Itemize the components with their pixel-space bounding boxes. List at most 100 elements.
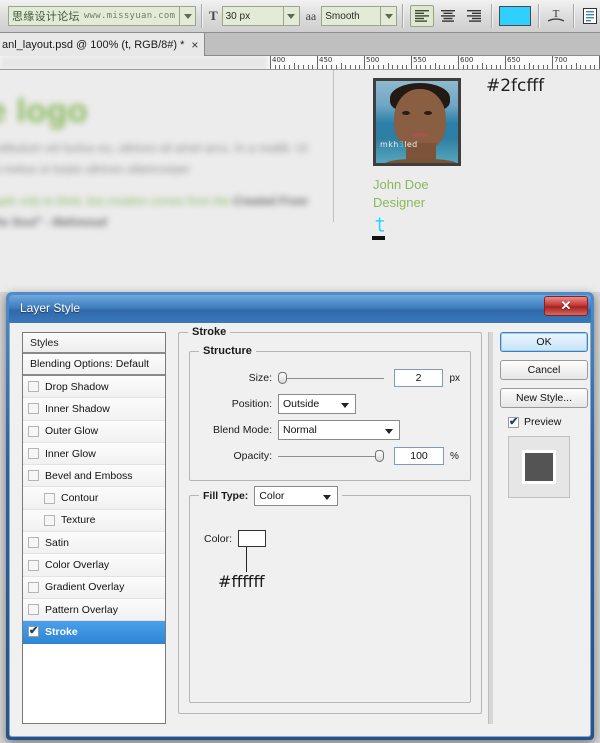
ruler-label: 700 — [554, 56, 568, 64]
style-checkbox[interactable] — [28, 470, 39, 482]
style-checkbox[interactable] — [28, 403, 39, 415]
style-checkbox[interactable] — [44, 492, 55, 504]
ruler-tick — [467, 65, 469, 69]
font-size-icon: T — [208, 8, 218, 23]
toggle-panels-button[interactable] — [579, 8, 600, 24]
size-slider[interactable] — [278, 372, 384, 384]
ruler-tick — [434, 63, 436, 69]
blending-options-row[interactable]: Blending Options: Default — [23, 354, 165, 376]
ruler-tick — [514, 65, 516, 69]
ruler-tick — [537, 65, 539, 69]
opacity-slider[interactable] — [278, 450, 384, 462]
ruler-tick — [406, 65, 408, 69]
opacity-slider-track — [278, 455, 384, 457]
warp-text-button[interactable]: T — [544, 6, 568, 26]
opacity-input[interactable]: 100 — [394, 447, 444, 465]
style-row-texture[interactable]: Texture — [23, 509, 165, 533]
close-icon[interactable]: × — [191, 38, 198, 52]
style-checkbox[interactable] — [28, 581, 39, 593]
font-size-field[interactable]: 30 px — [221, 6, 284, 26]
text-color-swatch[interactable] — [499, 6, 532, 26]
ruler-tick — [331, 65, 333, 69]
font-size-combo[interactable]: 30 px — [221, 6, 300, 26]
opacity-slider-thumb[interactable] — [375, 450, 384, 462]
align-left-button[interactable] — [410, 5, 435, 27]
preview-toggle[interactable]: Preview — [508, 415, 588, 428]
font-family-dropdown-arrow[interactable] — [180, 6, 196, 26]
size-slider-track — [278, 377, 384, 379]
chevron-down-icon — [384, 13, 393, 19]
fill-type-select[interactable]: Color — [254, 486, 339, 506]
style-row-outer-glow[interactable]: Outer Glow — [23, 420, 165, 443]
style-row-color-overlay[interactable]: Color Overlay — [23, 554, 165, 577]
antialias-dropdown-arrow[interactable] — [381, 6, 398, 26]
ok-button[interactable]: OK — [500, 332, 588, 352]
ruler-tick — [509, 65, 511, 69]
font-family-field[interactable]: 思缘设计论坛 www.missyuan.com — [8, 6, 180, 26]
style-checkbox[interactable] — [44, 514, 55, 526]
style-checkbox[interactable] — [28, 604, 39, 616]
ruler-tick — [298, 65, 300, 69]
size-slider-thumb[interactable] — [278, 372, 287, 384]
ruler-tick — [561, 65, 563, 69]
ruler-tick — [570, 65, 572, 69]
antialias-field[interactable]: Smooth — [321, 6, 382, 26]
ruler-tick — [284, 65, 286, 69]
style-row-inner-glow[interactable]: Inner Glow — [23, 442, 165, 466]
style-checkbox[interactable] — [28, 381, 39, 393]
dialog-title-bar[interactable]: Layer Style ✕ — [9, 295, 591, 323]
ruler-tick — [566, 65, 568, 69]
ruler-label: 650 — [507, 56, 521, 64]
dialog-close-button[interactable]: ✕ — [544, 296, 588, 316]
style-row-satin[interactable]: Satin — [23, 532, 165, 555]
style-row-inner-shadow[interactable]: Inner Shadow — [23, 398, 165, 421]
toolbar-divider — [201, 4, 202, 28]
font-family-combo[interactable]: 思缘设计论坛 www.missyuan.com — [0, 6, 196, 26]
align-right-button[interactable] — [462, 5, 486, 27]
size-input[interactable]: 2 — [393, 369, 444, 387]
style-row-stroke[interactable]: Stroke — [23, 621, 165, 644]
style-row-drop-shadow[interactable]: Drop Shadow — [23, 376, 165, 399]
blend-mode-row: Blend Mode: Normal — [200, 418, 460, 442]
style-row-gradient-overlay[interactable]: Gradient Overlay — [23, 576, 165, 599]
quote-paragraph: eople only to think, but creation comes … — [0, 192, 308, 233]
blending-options-label: Blending Options: Default — [30, 358, 150, 370]
preview-checkbox[interactable] — [508, 415, 519, 428]
style-checkbox[interactable] — [28, 425, 39, 437]
photo-mouth — [412, 133, 428, 137]
fill-type-row: Fill Type: Color — [199, 486, 343, 506]
antialias-combo[interactable]: Smooth — [321, 6, 398, 26]
style-row-pattern-overlay[interactable]: Pattern Overlay — [23, 598, 165, 622]
profile-photo[interactable]: mkh3led — [373, 78, 461, 166]
document-tab[interactable]: anl_layout.psd @ 100% (t, RGB/8#) * × — [0, 33, 206, 56]
position-select[interactable]: Outside — [278, 394, 356, 414]
style-row-contour[interactable]: Contour — [23, 487, 165, 510]
blend-mode-select[interactable]: Normal — [278, 420, 400, 440]
stroke-color-swatch[interactable] — [238, 530, 267, 547]
ruler-tick — [378, 65, 380, 69]
ruler-tick — [575, 63, 577, 69]
style-checkbox[interactable] — [28, 624, 39, 638]
horizontal-ruler[interactable]: 400450500550600650700750 — [0, 56, 600, 70]
watermark-chinese: 思缘设计论坛 — [12, 11, 80, 23]
cancel-button[interactable]: Cancel — [500, 360, 588, 380]
ruler-tick — [270, 56, 271, 69]
ruler-tick — [274, 65, 276, 69]
font-size-dropdown-arrow[interactable] — [283, 6, 300, 26]
ruler-label: 600 — [460, 56, 474, 64]
ruler-tick — [345, 65, 347, 69]
position-value: Outside — [283, 398, 320, 410]
document-canvas[interactable]: e logo estibulum vel luctus eu, ultrices… — [0, 70, 600, 292]
blend-mode-value: Normal — [283, 424, 317, 436]
ruler-tick — [288, 65, 290, 69]
photo-watermark: mkh3led — [380, 140, 418, 149]
styles-list[interactable]: Styles Blending Options: Default Drop Sh… — [22, 332, 166, 724]
align-center-button[interactable] — [436, 5, 460, 27]
style-row-bevel-and-emboss[interactable]: Bevel and Emboss — [23, 465, 165, 488]
style-checkbox[interactable] — [28, 537, 39, 549]
style-checkbox[interactable] — [28, 448, 39, 460]
style-checkbox[interactable] — [28, 559, 39, 571]
new-style-button[interactable]: New Style... — [500, 388, 588, 408]
size-label: Size: — [248, 372, 272, 384]
ruler-tick — [519, 65, 521, 69]
